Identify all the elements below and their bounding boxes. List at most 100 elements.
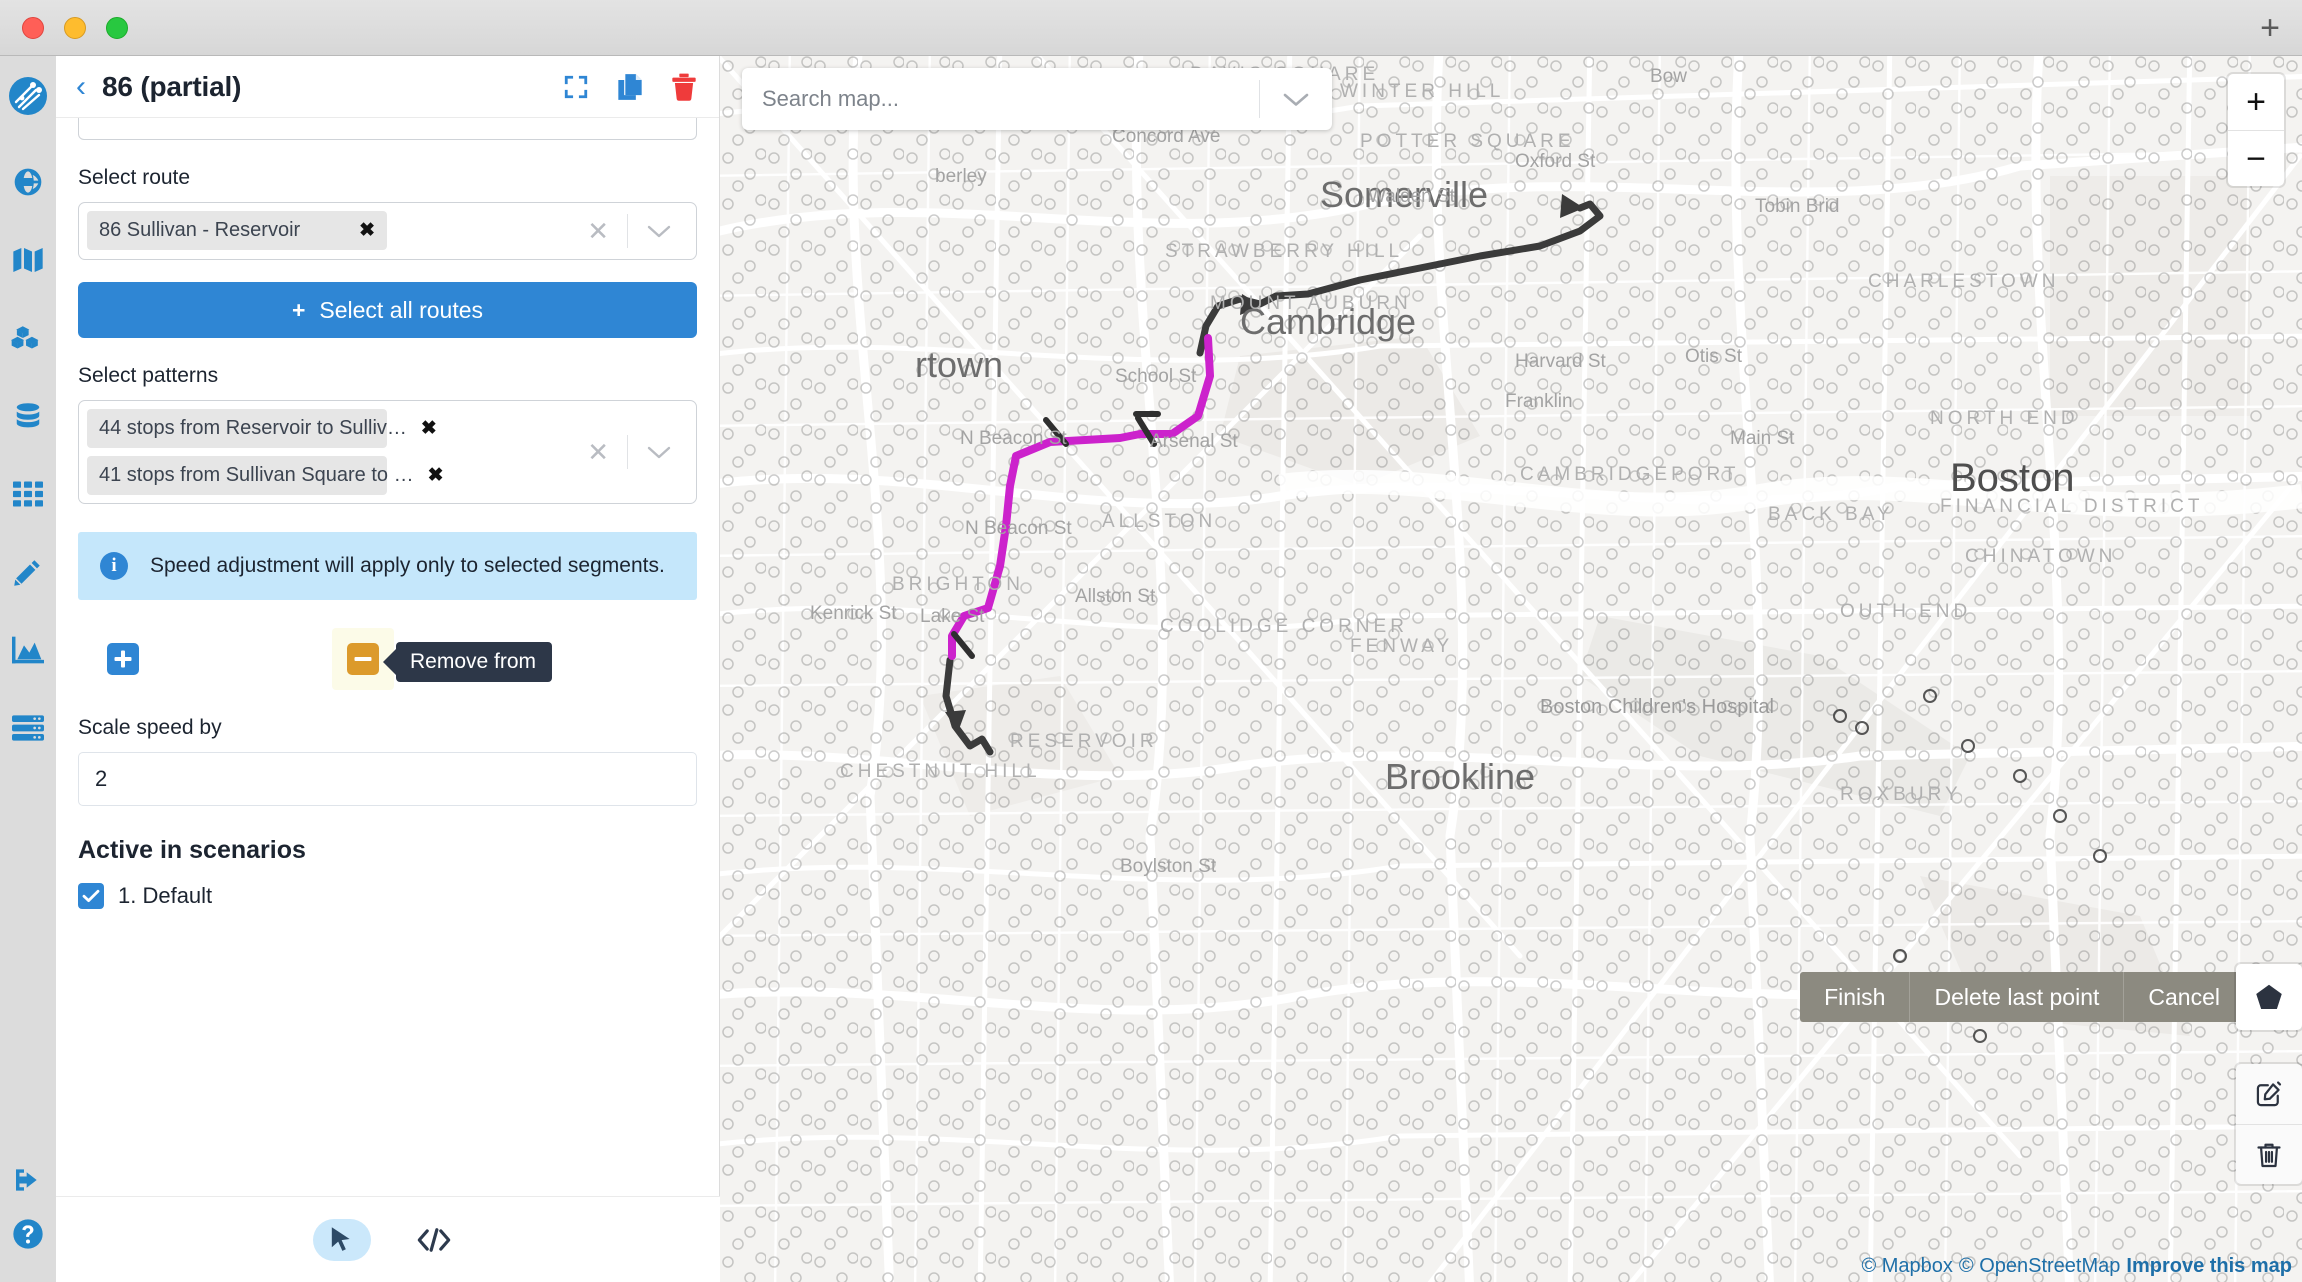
sidebar-item-logout[interactable]	[6, 1158, 50, 1202]
sidebar-item-spatial-datasets[interactable]	[6, 472, 50, 516]
traffic-light-buttons	[22, 17, 128, 39]
scrolled-field-remnant	[78, 118, 697, 140]
delete-geometry-button[interactable]	[2236, 1124, 2302, 1184]
clear-patterns-icon[interactable]: ✕	[569, 437, 627, 468]
basemap-tiles	[720, 56, 2302, 1282]
select-tool-button[interactable]	[313, 1219, 371, 1261]
map-search-box[interactable]	[742, 68, 1332, 130]
pentagon-icon	[2254, 982, 2284, 1012]
select-route-input[interactable]: 86 Sullivan - Reservoir ✖ ✕	[78, 202, 697, 260]
pattern-tag-label: 44 stops from Reservoir to Sulliv…	[99, 417, 407, 440]
close-window-button[interactable]	[22, 17, 44, 39]
grid-icon	[13, 481, 43, 507]
clear-routes-icon[interactable]: ✕	[569, 216, 627, 247]
bundles-icon	[11, 324, 45, 352]
edit-geometry-button[interactable]	[2236, 1064, 2302, 1124]
sidebar-item-regional-analysis[interactable]	[6, 706, 50, 750]
sidebar-item-help[interactable]	[6, 1212, 50, 1256]
scale-speed-input[interactable]	[78, 752, 697, 806]
draw-toolbar: Finish Delete last point Cancel	[1800, 972, 2244, 1022]
sidebar-item-projects[interactable]	[6, 238, 50, 282]
window-titlebar: +	[0, 0, 2302, 56]
search-input[interactable]	[742, 86, 1259, 112]
expand-icon	[563, 74, 589, 100]
remove-route-tag-icon[interactable]: ✖	[359, 219, 375, 242]
pattern-tag[interactable]: 44 stops from Reservoir to Sulliv… ✖	[87, 409, 387, 448]
openstreetmap-link[interactable]: © OpenStreetMap	[1959, 1255, 2120, 1278]
scenario-row: 1. Default	[78, 883, 697, 909]
select-route-tags: 86 Sullivan - Reservoir ✖	[87, 211, 569, 250]
maximize-window-button[interactable]	[106, 17, 128, 39]
add-to-selection-button[interactable]	[92, 628, 154, 690]
sidebar-item-bundles[interactable]	[6, 316, 50, 360]
fit-to-screen-button[interactable]	[563, 74, 589, 100]
pattern-tag[interactable]: 41 stops from Sullivan Square to … ✖	[87, 456, 387, 495]
logout-icon	[12, 1166, 44, 1194]
sidebar-item-opportunity-datasets[interactable]	[6, 394, 50, 438]
delete-last-point-button[interactable]: Delete last point	[1909, 972, 2123, 1022]
chart-icon	[12, 636, 44, 664]
select-patterns-controls: ✕	[569, 435, 688, 469]
scenario-checkbox[interactable]	[78, 883, 104, 909]
trash-outline-icon	[2256, 1141, 2282, 1169]
edit-square-icon	[2255, 1080, 2283, 1108]
network-logo-icon	[8, 76, 48, 116]
scenario-label: 1. Default	[118, 883, 212, 909]
route-tag-label: 86 Sullivan - Reservoir	[99, 219, 300, 242]
info-icon: i	[100, 552, 128, 580]
alert-text: Speed adjustment will apply only to sele…	[150, 552, 665, 580]
mapbox-link[interactable]: © Mapbox	[1861, 1255, 1952, 1278]
route-tag[interactable]: 86 Sullivan - Reservoir ✖	[87, 211, 387, 250]
minus-square-icon	[347, 643, 379, 675]
select-route-label: Select route	[78, 166, 697, 190]
left-icon-rail	[0, 56, 56, 1282]
globe-icon	[12, 166, 44, 198]
map-canvas[interactable]: DAVIS SQUAREWINTER HILLSomervilleBowTobi…	[720, 56, 2302, 1282]
copy-modification-button[interactable]	[617, 73, 643, 101]
remove-pattern-tag-icon[interactable]: ✖	[421, 417, 437, 440]
zoom-in-button[interactable]: +	[2228, 74, 2284, 130]
new-tab-button[interactable]: +	[2260, 11, 2280, 45]
copy-icon	[617, 73, 643, 101]
minimize-window-button[interactable]	[64, 17, 86, 39]
database-icon	[13, 401, 43, 431]
stack-icon	[12, 714, 44, 742]
pencil-icon	[13, 557, 43, 587]
scale-speed-label: Scale speed by	[78, 716, 697, 740]
code-icon	[417, 1227, 451, 1253]
sidebar-item-edit-modifications[interactable]	[6, 550, 50, 594]
improve-map-link[interactable]: Improve this map	[2126, 1255, 2292, 1278]
select-route-controls: ✕	[569, 214, 688, 248]
chevron-down-icon[interactable]	[628, 223, 684, 239]
select-patterns-tags: 44 stops from Reservoir to Sulliv… ✖ 41 …	[87, 409, 569, 495]
plus-square-icon	[107, 643, 139, 675]
map-zoom-controls: + −	[2228, 74, 2284, 186]
select-patterns-input[interactable]: 44 stops from Reservoir to Sulliv… ✖ 41 …	[78, 400, 697, 504]
plus-icon: +	[292, 297, 305, 324]
active-in-scenarios-heading: Active in scenarios	[78, 836, 697, 865]
select-patterns-label: Select patterns	[78, 364, 697, 388]
draw-polygon-button[interactable]	[2236, 964, 2302, 1030]
segment-selection-buttons: Remove from	[78, 628, 697, 690]
sidebar-item-regions[interactable]	[6, 160, 50, 204]
back-button[interactable]: ‹	[76, 72, 86, 102]
delete-modification-button[interactable]	[671, 73, 697, 101]
panel-header: ‹ 86 (partial)	[56, 56, 719, 118]
speed-adjustment-alert: i Speed adjustment will apply only to se…	[78, 532, 697, 600]
help-icon	[12, 1218, 44, 1250]
panel-footer	[56, 1196, 720, 1282]
trash-icon	[671, 73, 697, 101]
sidebar-item-analyze[interactable]	[6, 628, 50, 672]
chevron-down-icon[interactable]	[1260, 91, 1332, 108]
cancel-drawing-button[interactable]: Cancel	[2123, 972, 2244, 1022]
zoom-out-button[interactable]: −	[2228, 130, 2284, 186]
select-all-routes-button[interactable]: + Select all routes	[78, 282, 697, 338]
view-code-button[interactable]	[405, 1219, 463, 1261]
cursor-icon	[330, 1226, 354, 1254]
finish-drawing-button[interactable]: Finish	[1800, 972, 1909, 1022]
map-icon	[12, 246, 44, 274]
app-logo[interactable]	[6, 74, 50, 118]
pattern-tag-label: 41 stops from Sullivan Square to …	[99, 464, 414, 487]
remove-pattern-tag-icon[interactable]: ✖	[428, 464, 444, 487]
chevron-down-icon[interactable]	[628, 444, 684, 460]
